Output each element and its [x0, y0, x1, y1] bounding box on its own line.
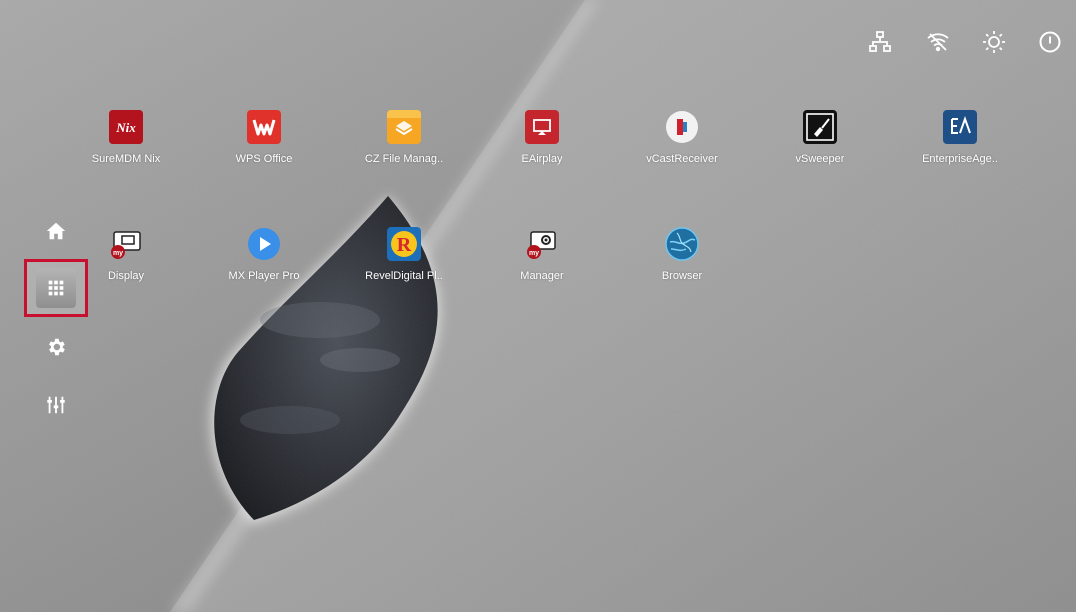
- settings-icon[interactable]: [24, 318, 88, 376]
- my-manager-icon: my: [525, 227, 559, 261]
- app-label: EnterpriseAge..: [922, 153, 998, 165]
- app-label: CZ File Manag..: [364, 153, 444, 165]
- app-label: EAirplay: [521, 153, 563, 165]
- suremdm-nix-icon: Nix: [109, 110, 143, 144]
- equalizer-icon[interactable]: [24, 376, 88, 434]
- app-suremdm-nix[interactable]: Nix SureMDM Nix: [66, 110, 186, 180]
- wallpaper: [0, 0, 1076, 612]
- vcastreceiver-icon: [665, 110, 699, 144]
- wifi-off-icon[interactable]: [924, 28, 952, 56]
- app-enterprise-agent[interactable]: EnterpriseAge..: [900, 110, 1020, 180]
- svg-text:Nix: Nix: [115, 120, 136, 135]
- app-my-manager[interactable]: my Manager: [482, 227, 602, 297]
- mx-player-icon: [247, 227, 281, 261]
- reveldigital-icon: R: [387, 227, 421, 261]
- enterprise-agent-icon: [943, 110, 977, 144]
- browser-icon: [665, 227, 699, 261]
- app-label: Manager: [520, 270, 564, 282]
- power-icon[interactable]: [1036, 28, 1064, 56]
- app-label: WPS Office: [235, 153, 293, 165]
- app-label: RevelDigital Pl..: [365, 270, 443, 282]
- app-label: vCastReceiver: [646, 153, 718, 165]
- app-my-display[interactable]: my Display: [66, 227, 186, 297]
- svg-text:R: R: [397, 234, 412, 256]
- app-browser[interactable]: Browser: [622, 227, 742, 297]
- vsweeper-icon: [803, 110, 837, 144]
- app-label: MX Player Pro: [228, 270, 300, 282]
- my-display-icon: my: [109, 227, 143, 261]
- app-label: Browser: [661, 270, 703, 282]
- app-reveldigital[interactable]: R RevelDigital Pl..: [344, 227, 464, 297]
- home-screen: Nix SureMDM Nix WPS Office CZ File Manag…: [0, 0, 1076, 612]
- app-label: Display: [107, 270, 145, 282]
- network-icon[interactable]: [866, 28, 894, 56]
- app-eairplay[interactable]: EAirplay: [482, 110, 602, 180]
- app-vsweeper[interactable]: vSweeper: [760, 110, 880, 180]
- svg-text:my: my: [529, 250, 539, 257]
- svg-text:my: my: [113, 250, 123, 257]
- cz-file-manager-icon: [387, 110, 421, 144]
- app-label: vSweeper: [795, 153, 845, 165]
- brightness-icon[interactable]: [980, 28, 1008, 56]
- app-mx-player-pro[interactable]: MX Player Pro: [204, 227, 324, 297]
- eairplay-icon: [525, 110, 559, 144]
- app-vcastreceiver[interactable]: vCastReceiver: [622, 110, 742, 180]
- app-cz-file-manager[interactable]: CZ File Manag..: [344, 110, 464, 180]
- app-wps-office[interactable]: WPS Office: [204, 110, 324, 180]
- wps-office-icon: [247, 110, 281, 144]
- app-label: SureMDM Nix: [91, 153, 161, 165]
